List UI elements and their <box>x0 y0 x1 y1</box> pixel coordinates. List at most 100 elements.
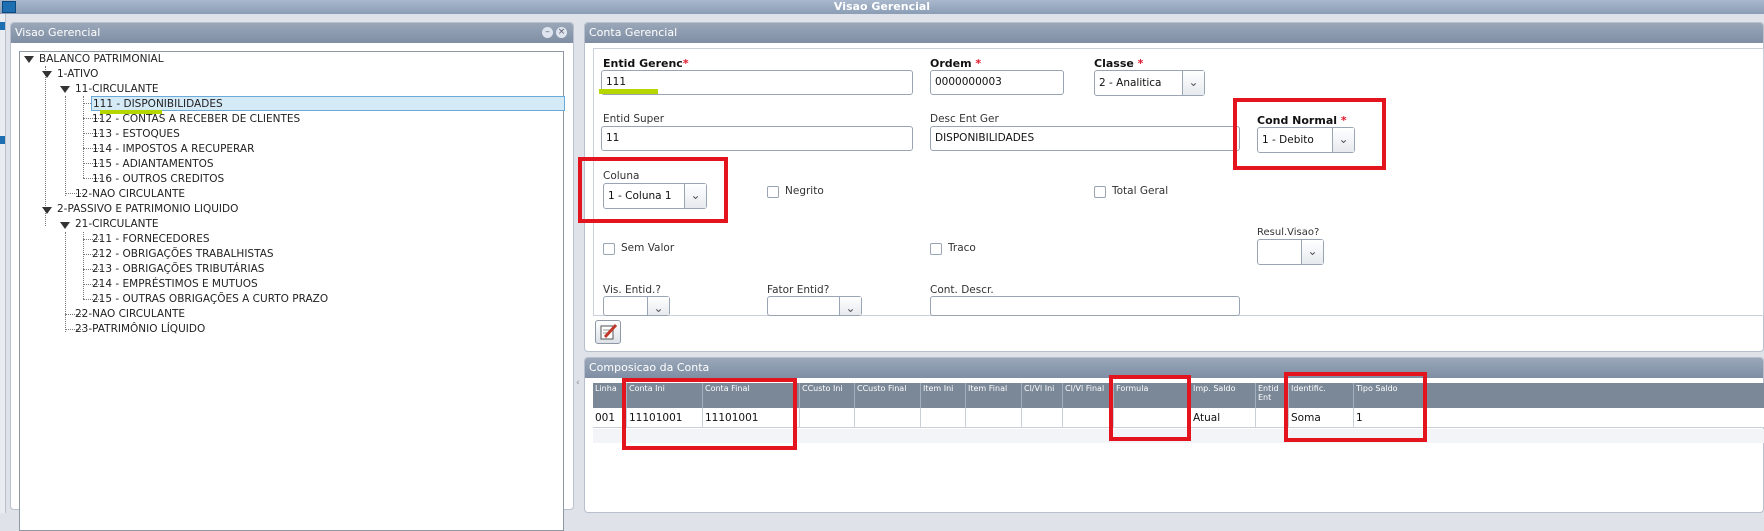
negrito-label: Negrito <box>785 185 824 197</box>
ordem-input[interactable]: 0000000003 <box>930 70 1064 95</box>
grid-header[interactable]: Item Final <box>966 383 1022 408</box>
classe-value: 2 - Analitica <box>1099 77 1162 89</box>
panel-title: Composicao da Conta <box>589 361 710 374</box>
left-edge-strip <box>0 14 6 513</box>
grid-header[interactable]: Item Ini <box>921 383 966 408</box>
chevron-down-icon[interactable]: ⌄ <box>1182 71 1204 95</box>
tree-connector <box>65 232 66 332</box>
grid-header[interactable]: Entid Ent <box>1256 383 1289 408</box>
panel-header: Conta Gerencial <box>585 23 1763 43</box>
close-icon[interactable]: × <box>556 27 567 38</box>
tree-node-selected[interactable]: 111 - DISPONIBILIDADES <box>91 96 565 111</box>
tree-node[interactable]: 23-PATRIMÔNIO LÍQUIDO <box>75 322 205 336</box>
expand-triangle-icon[interactable] <box>24 56 34 63</box>
coluna-select[interactable]: 1 - Coluna 1 ⌄ <box>603 183 707 209</box>
grid-cell[interactable]: Soma <box>1289 408 1354 428</box>
chevron-down-icon[interactable]: ⌄ <box>1301 240 1323 264</box>
account-tree[interactable]: BALANCO PATRIMONIAL 1-ATIVO 11-CIRCULANT… <box>19 51 565 531</box>
tree-node[interactable]: 211 - FORNECEDORES <box>92 232 210 246</box>
expand-triangle-icon[interactable] <box>42 207 52 214</box>
tree-node[interactable]: 212 - OBRIGAÇÕES TRABALHISTAS <box>92 247 274 261</box>
grid-cell[interactable] <box>1114 408 1191 428</box>
grid-cell[interactable]: Atual <box>1191 408 1256 428</box>
traco-checkbox[interactable] <box>930 243 942 255</box>
expand-triangle-icon[interactable] <box>60 222 70 229</box>
chevron-down-icon[interactable]: ⌄ <box>1332 128 1354 152</box>
coluna-label: Coluna <box>603 170 640 182</box>
grid-header[interactable]: Identific. <box>1289 383 1354 408</box>
chevron-down-icon[interactable]: ⌄ <box>647 297 669 315</box>
tree-node[interactable]: 2-PASSIVO E PATRIMONIO LIQUIDO <box>57 202 238 216</box>
chevron-down-icon[interactable]: ⌄ <box>839 297 861 315</box>
grid-cell[interactable]: 1 <box>1354 408 1764 428</box>
tree-node[interactable]: 22-NAO CIRCULANTE <box>75 307 185 321</box>
strip-marker-icon <box>0 136 5 144</box>
grid-empty-row <box>593 429 1764 443</box>
grid-cell[interactable]: 001 <box>593 408 627 428</box>
grid-header[interactable]: CCusto Final <box>855 383 921 408</box>
tree-node-ativo[interactable]: 1-ATIVO <box>57 67 98 81</box>
grid-cell[interactable] <box>1256 408 1289 428</box>
panel-title: Visao Gerencial <box>15 26 101 39</box>
cont-descr-input[interactable] <box>930 296 1240 316</box>
tree-node[interactable]: 213 - OBRIGAÇÕES TRIBUTÁRIAS <box>92 262 264 276</box>
ordem-label: Ordem * <box>930 57 982 70</box>
cond-normal-select[interactable]: 1 - Debito ⌄ <box>1257 127 1355 153</box>
visao-gerencial-panel: Visao Gerencial – × BALANCO PATRIMONIAL … <box>10 22 574 531</box>
grid-header[interactable]: Imp. Saldo <box>1191 383 1256 408</box>
resul-visao-select[interactable]: ⌄ <box>1257 239 1324 265</box>
tree-node[interactable]: 114 - IMPOSTOS A RECUPERAR <box>92 142 254 156</box>
grid-cell[interactable]: 11101001 <box>627 408 703 428</box>
grid-header[interactable]: Linha <box>593 383 627 408</box>
tree-node[interactable]: 115 - ADIANTAMENTOS <box>92 157 214 171</box>
tree-node[interactable]: 116 - OUTROS CREDITOS <box>92 172 224 186</box>
tree-node[interactable]: 214 - EMPRÉSTIMOS E MUTUOS <box>92 277 258 291</box>
classe-label: Classe * <box>1094 57 1144 70</box>
grid-cell[interactable] <box>855 408 921 428</box>
grid-cell[interactable] <box>1063 408 1114 428</box>
fator-entid-select[interactable]: ⌄ <box>767 296 862 316</box>
grid-header[interactable]: Tipo Saldo <box>1354 383 1764 408</box>
collapse-arrow-icon[interactable]: ‹ <box>576 378 580 388</box>
tree-connector <box>45 66 46 226</box>
traco-label: Traco <box>948 242 976 254</box>
grid-header[interactable]: Cl/Vl Final <box>1063 383 1114 408</box>
sem-valor-checkbox[interactable] <box>603 243 615 255</box>
entid-super-input[interactable]: 11 <box>601 126 913 151</box>
expand-triangle-icon[interactable] <box>42 71 52 78</box>
tree-connector <box>83 232 84 299</box>
tree-node[interactable]: 215 - OUTRAS OBRIGAÇÕES A CURTO PRAZO <box>92 292 328 306</box>
total-geral-checkbox[interactable] <box>1094 186 1106 198</box>
entid-gerenc-label: Entid Gerenc* <box>603 57 689 70</box>
tree-node[interactable]: 113 - ESTOQUES <box>92 127 180 141</box>
grid-header[interactable]: CCusto Ini <box>800 383 855 408</box>
fator-entid-label: Fator Entid? <box>767 284 830 296</box>
grid-cell[interactable] <box>1022 408 1063 428</box>
grid-cell[interactable] <box>966 408 1022 428</box>
grid-cell[interactable]: 11101001 <box>703 408 800 428</box>
tree-node-root[interactable]: BALANCO PATRIMONIAL <box>39 52 164 66</box>
tree-connector <box>83 96 84 178</box>
grid-cell[interactable] <box>921 408 966 428</box>
strip-marker-icon <box>0 22 5 30</box>
grid-cell[interactable] <box>800 408 855 428</box>
edit-icon <box>600 323 618 340</box>
grid-header[interactable]: Conta Final <box>703 383 800 408</box>
desc-ent-ger-input[interactable]: DISPONIBILIDADES <box>930 126 1240 151</box>
negrito-checkbox[interactable] <box>767 186 779 198</box>
minimize-button[interactable]: – <box>542 27 553 38</box>
tree-node[interactable]: 12-NAO CIRCULANTE <box>75 187 185 201</box>
edit-button[interactable] <box>595 320 621 344</box>
grid-header[interactable]: Cl/Vl Ini <box>1022 383 1063 408</box>
chevron-down-icon[interactable]: ⌄ <box>684 184 706 208</box>
classe-select[interactable]: 2 - Analitica ⌄ <box>1094 70 1205 96</box>
grid-header[interactable]: Conta Ini <box>627 383 703 408</box>
vis-entid-select[interactable]: ⌄ <box>603 296 670 316</box>
resul-visao-label: Resul.Visao? <box>1257 227 1320 238</box>
expand-triangle-icon[interactable] <box>60 86 70 93</box>
window-title: Visao Gerencial <box>833 0 931 13</box>
tree-node-circulante[interactable]: 11-CIRCULANTE <box>75 82 159 96</box>
tree-node[interactable]: 21-CIRCULANTE <box>75 217 159 231</box>
tree-node[interactable]: 112 - CONTAS A RECEBER DE CLIENTES <box>92 112 300 126</box>
grid-header[interactable]: Formula <box>1114 383 1191 408</box>
